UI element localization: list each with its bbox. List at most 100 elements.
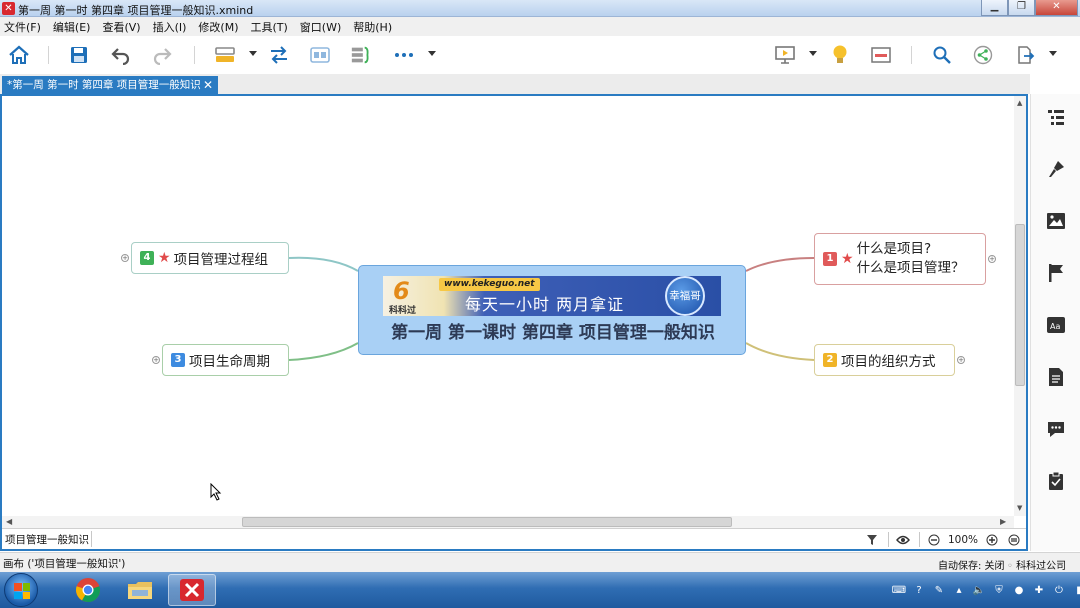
menu-bar: 文件(F) 编辑(E) 查看(V) 插入(I) 修改(M) 工具(T) 窗口(W… (0, 17, 1080, 36)
topic-2[interactable]: 2 项目的组织方式 (814, 344, 955, 376)
format-brush-icon[interactable] (1045, 158, 1067, 180)
topic-4[interactable]: 4 ★ 项目管理过程组 (131, 242, 289, 274)
document-tab[interactable]: *第一周 第一时 第四章 项目管理一般知识 ✕ (2, 76, 218, 94)
menu-tools[interactable]: 工具(T) (250, 19, 287, 35)
close-window-button[interactable]: ✕ (1035, 0, 1078, 16)
task-clipboard-icon[interactable] (1045, 470, 1067, 492)
taskbar-chrome[interactable] (64, 574, 112, 606)
expand-toggle-icon[interactable]: + (152, 356, 160, 364)
menu-file[interactable]: 文件(F) (4, 19, 41, 35)
image-icon[interactable] (1045, 210, 1067, 232)
undo-icon[interactable] (110, 44, 132, 66)
topic-label-line1: 什么是项目? (856, 241, 932, 257)
autosave-status[interactable]: 自动保存: 关闭 (938, 557, 1005, 572)
start-button[interactable] (4, 573, 38, 607)
help-icon[interactable]: ? (912, 583, 926, 597)
menu-window[interactable]: 窗口(W) (300, 19, 341, 35)
horizontal-scroll-thumb[interactable] (242, 517, 732, 527)
scroll-down-arrow-icon[interactable]: ▼ (1017, 504, 1022, 512)
scroll-left-arrow-icon[interactable]: ◀ (6, 517, 12, 526)
svg-text:Aa: Aa (1050, 322, 1060, 331)
horizontal-scrollbar[interactable]: ◀ ▶ (2, 516, 1014, 528)
central-banner-image: 6 科科过 www.kekeguo.net 每天一小时 两月拿证 幸福哥 (383, 276, 721, 316)
security-icon[interactable]: ● (1012, 583, 1026, 597)
menu-view[interactable]: 查看(V) (102, 19, 140, 35)
more-options-icon[interactable] (393, 44, 415, 66)
comments-icon[interactable] (1045, 418, 1067, 440)
zoom-level: 100% (947, 533, 978, 546)
fit-map-icon[interactable] (1006, 532, 1022, 548)
minimize-button[interactable]: ▁ (981, 0, 1008, 16)
outliner-icon[interactable] (1045, 106, 1067, 128)
boundary-icon[interactable] (309, 44, 331, 66)
topic-1[interactable]: 1 ★ 什么是项目? 什么是项目管理？ (814, 233, 986, 285)
network-signal-icon[interactable]: ▮ (1072, 583, 1080, 597)
taskbar-xmind[interactable] (168, 574, 216, 606)
account-status[interactable]: ◦ 科科过公司 (1007, 557, 1066, 572)
topic-number-badge: 1 (823, 252, 837, 266)
topic-label: 项目生命周期 (189, 354, 270, 370)
eye-icon[interactable] (895, 532, 911, 548)
presentation-dropdown-chevron-icon[interactable] (809, 51, 817, 56)
topic-icon[interactable] (214, 44, 236, 66)
star-marker-icon: ★ (841, 251, 854, 267)
power-icon[interactable]: ⏻ (1052, 583, 1066, 597)
export-dropdown-chevron-icon[interactable] (1049, 51, 1057, 56)
share-icon[interactable] (972, 44, 994, 66)
topic-3[interactable]: 3 项目生命周期 (162, 344, 289, 376)
menu-edit[interactable]: 编辑(E) (53, 19, 91, 35)
scroll-up-arrow-icon[interactable]: ▲ (1017, 99, 1022, 107)
marker-flag-icon[interactable] (1045, 262, 1067, 284)
export-icon[interactable] (1014, 44, 1036, 66)
mindmap-canvas[interactable]: 6 科科过 www.kekeguo.net 每天一小时 两月拿证 幸福哥 第一周… (2, 96, 1014, 516)
save-icon[interactable] (68, 44, 90, 66)
pen-icon[interactable]: ✎ (932, 583, 946, 597)
mouse-cursor-icon (210, 483, 222, 501)
relationship-icon[interactable] (268, 44, 290, 66)
redo-icon[interactable] (151, 44, 173, 66)
volume-icon[interactable]: 🔈 (972, 583, 986, 597)
xmind-app-icon[interactable]: ✕ (2, 2, 15, 15)
arrow-icon[interactable]: ▴ (952, 583, 966, 597)
system-tray: ⌨ ? ✎ ▴ 🔈 ⛨ ● ✚ ⏻ ▮ (892, 582, 1080, 598)
topic-label: 项目的组织方式 (841, 354, 936, 370)
gantt-icon[interactable] (870, 44, 892, 66)
maximize-button[interactable]: ❐ (1008, 0, 1035, 16)
home-icon[interactable] (8, 44, 30, 66)
summary-icon[interactable] (350, 44, 372, 66)
more-dropdown-chevron-icon[interactable] (428, 51, 436, 56)
brainstorm-lightbulb-icon[interactable] (829, 44, 851, 66)
menu-insert[interactable]: 插入(I) (153, 19, 187, 35)
folder-icon (128, 582, 152, 599)
zoom-separator (887, 532, 889, 547)
scroll-right-arrow-icon[interactable]: ▶ (1000, 517, 1006, 526)
zoom-in-icon[interactable] (984, 532, 1000, 548)
breadcrumb[interactable]: 项目管理一般知识 (5, 532, 89, 547)
central-topic[interactable]: 6 科科过 www.kekeguo.net 每天一小时 两月拿证 幸福哥 第一周… (358, 265, 746, 355)
shield-icon[interactable]: ⛨ (992, 583, 1006, 597)
topic-number-badge: 2 (823, 353, 837, 367)
breadcrumb-separator (91, 531, 92, 547)
expand-toggle-icon[interactable]: + (988, 255, 996, 263)
plus-icon[interactable]: ✚ (1032, 583, 1046, 597)
expand-toggle-icon[interactable]: + (957, 356, 965, 364)
tab-close-icon[interactable]: ✕ (203, 76, 213, 94)
notes-icon[interactable] (1045, 366, 1067, 388)
zoom-out-icon[interactable] (926, 532, 942, 548)
vertical-scroll-thumb[interactable] (1015, 224, 1025, 386)
topic-dropdown-chevron-icon[interactable] (249, 51, 257, 56)
keyboard-icon[interactable]: ⌨ (892, 583, 906, 597)
vertical-scrollbar[interactable]: ▲ ▼ (1014, 96, 1026, 516)
presentation-icon[interactable] (774, 44, 796, 66)
menu-help[interactable]: 帮助(H) (353, 19, 392, 35)
filter-icon[interactable] (864, 532, 880, 548)
banner-seal: 幸福哥 (665, 276, 705, 316)
taskbar-explorer[interactable] (116, 574, 164, 606)
search-icon[interactable] (931, 44, 953, 66)
connector-topic-3 (288, 342, 359, 361)
text-style-icon[interactable]: Aa (1045, 314, 1067, 336)
selection-status: 画布 ('项目管理一般知识') (3, 558, 126, 570)
zoom-separator (918, 532, 920, 547)
menu-modify[interactable]: 修改(M) (198, 19, 238, 35)
expand-toggle-icon[interactable]: + (121, 254, 129, 262)
